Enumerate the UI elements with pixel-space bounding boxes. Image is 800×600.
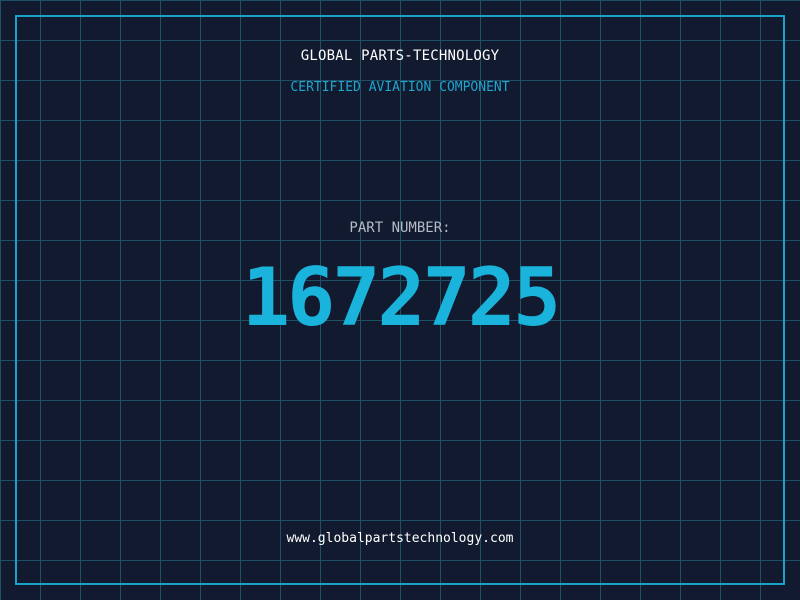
part-number-label: PART NUMBER: bbox=[349, 220, 451, 236]
website-url: www.globalpartstechnology.com bbox=[286, 531, 514, 546]
component-tagline: CERTIFIED AVIATION COMPONENT bbox=[290, 80, 510, 95]
part-number-value: 1672725 bbox=[241, 251, 561, 344]
company-title: GLOBAL PARTS-TECHNOLOGY bbox=[300, 48, 500, 64]
